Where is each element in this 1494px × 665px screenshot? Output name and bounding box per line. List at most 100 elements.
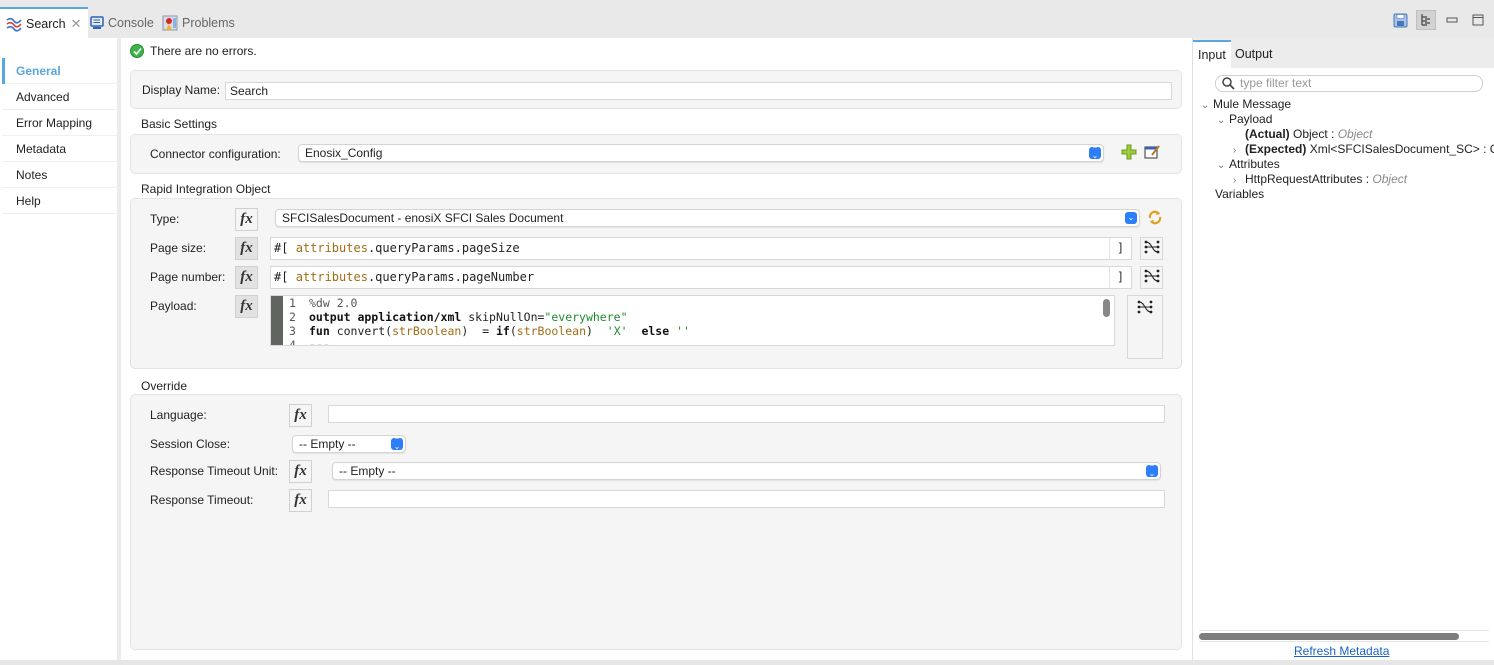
chevron-right-icon[interactable]: ›: [1233, 173, 1245, 188]
timeout-input[interactable]: [328, 490, 1165, 508]
timeout-unit-select[interactable]: -- Empty -- ⌃ ⌄: [332, 462, 1161, 480]
display-name-label: Display Name:: [142, 83, 221, 97]
expression-path: .queryParams.pageNumber: [367, 270, 535, 284]
code-string: 'X': [606, 324, 628, 338]
maximize-icon[interactable]: [1468, 10, 1488, 30]
chevron-down-icon[interactable]: ⌄: [1201, 98, 1213, 113]
view-controls: [1390, 10, 1488, 30]
tree-item-mule-message[interactable]: ⌄ Mule Message: [1201, 97, 1494, 112]
tree-item-variables[interactable]: Variables: [1201, 187, 1494, 202]
tab-search[interactable]: Search ✕: [0, 7, 88, 38]
bottom-border: [0, 660, 1494, 665]
sidebar-item-help[interactable]: Help: [2, 188, 117, 214]
properties-editor: General Advanced Error Mapping Metadata …: [0, 38, 1494, 660]
tab-output[interactable]: Output: [1230, 40, 1278, 68]
main-form: There are no errors. Display Name: Basic…: [124, 38, 1188, 660]
basic-settings-title: Basic Settings: [141, 117, 218, 131]
filter-input[interactable]: type filter text: [1215, 75, 1483, 92]
payload-code-editor[interactable]: 1 %dw 2.0 2 output application/xml skipNul…: [270, 295, 1115, 346]
tree-item-actual[interactable]: (Actual) Object : Object: [1201, 127, 1494, 142]
code-text: convert(: [329, 324, 393, 338]
tab-input[interactable]: Input: [1193, 40, 1231, 68]
tab-console[interactable]: Console: [84, 7, 160, 38]
page-number-expression[interactable]: #[ attributes.queryParams.pageNumber ]: [270, 266, 1132, 289]
sidebar: General Advanced Error Mapping Metadata …: [2, 58, 117, 214]
display-name-group: Display Name:: [130, 70, 1182, 109]
tab-problems[interactable]: Problems: [156, 7, 241, 38]
refresh-metadata-link[interactable]: Refresh Metadata: [1294, 644, 1389, 658]
type-select[interactable]: SFCISalesDocument - enosiX SFCI Sales Do…: [275, 209, 1140, 227]
fx-toggle-page-number[interactable]: fx: [235, 266, 258, 289]
code-gutter: [271, 296, 283, 345]
tree-item-payload[interactable]: ⌄ Payload: [1201, 112, 1494, 127]
tree-view-icon[interactable]: [1416, 10, 1436, 30]
fx-toggle-page-size[interactable]: fx: [235, 237, 258, 260]
tree-item-expected[interactable]: › (Expected) Xml<SFCISalesDocument_SC> : …: [1201, 142, 1494, 157]
line-number: 2: [289, 310, 296, 324]
fx-toggle-timeout[interactable]: fx: [289, 489, 312, 512]
display-name-input[interactable]: [225, 82, 1172, 100]
fx-toggle-type[interactable]: fx: [235, 208, 258, 231]
code-keyword: if: [495, 324, 510, 338]
show-graphics-button[interactable]: [1127, 295, 1163, 359]
problems-icon: [162, 15, 178, 31]
timeout-unit-value: -- Empty --: [339, 464, 396, 478]
session-close-select[interactable]: -- Empty -- ⌃ ⌄: [292, 435, 406, 453]
sidebar-item-metadata[interactable]: Metadata: [2, 136, 117, 162]
show-graphics-button[interactable]: [1140, 266, 1163, 289]
code-scrollbar[interactable]: [1103, 299, 1110, 317]
chevron-down-icon[interactable]: ⌄: [1217, 158, 1229, 173]
rio-group: Type: fx SFCISalesDocument - enosiX SFCI…: [130, 198, 1182, 369]
tab-label: Console: [108, 15, 154, 30]
validation-status: There are no errors.: [130, 44, 257, 58]
chevron-down-icon[interactable]: ⌄: [1217, 113, 1229, 128]
code-text: skipNullOn=: [461, 310, 545, 324]
tree-label: Xml<SFCISalesDocument_SC> : C: [1306, 142, 1494, 156]
scrollbar-thumb[interactable]: [1199, 633, 1459, 640]
tree-item-http-attributes[interactable]: › HttpRequestAttributes : Object: [1201, 172, 1494, 187]
page-size-label: Page size:: [150, 241, 207, 255]
mapping-icon: [1144, 269, 1160, 286]
check-circle-icon: [130, 44, 144, 58]
fx-toggle-timeout-unit[interactable]: fx: [289, 460, 312, 483]
override-title: Override: [141, 379, 188, 393]
chevron-right-icon[interactable]: ›: [1233, 143, 1245, 158]
refresh-type-icon[interactable]: [1147, 209, 1163, 228]
line-number: 3: [289, 324, 296, 338]
save-icon[interactable]: [1390, 10, 1410, 30]
edit-config-icon[interactable]: [1144, 144, 1160, 163]
page-size-expression[interactable]: #[ attributes.queryParams.pageSize ]: [270, 237, 1132, 260]
code-variable: strBoolean: [516, 324, 587, 338]
code-variable: strBoolean: [392, 324, 462, 338]
tree-type: Object: [1337, 127, 1373, 141]
sidebar-item-error-mapping[interactable]: Error Mapping: [2, 110, 117, 136]
tree-label-bold: (Actual): [1245, 127, 1290, 141]
page-number-label: Page number:: [150, 270, 226, 284]
timeout-unit-label: Response Timeout Unit:: [150, 464, 279, 478]
code-keyword: else: [641, 324, 670, 338]
expression-variable: attributes: [295, 270, 368, 284]
editor-tab-bar: Search ✕ Console Problems: [0, 0, 1494, 38]
language-label: Language:: [150, 408, 207, 422]
sidebar-item-general[interactable]: General: [2, 58, 117, 84]
chevron-updown-icon: ⌃ ⌄: [1089, 146, 1101, 160]
show-graphics-button[interactable]: [1140, 237, 1163, 260]
tree-item-attributes[interactable]: ⌄ Attributes: [1201, 157, 1494, 172]
type-value: SFCISalesDocument - enosiX SFCI Sales Do…: [282, 211, 564, 225]
add-config-icon[interactable]: [1121, 144, 1137, 163]
tree-label: Mule Message: [1213, 97, 1292, 111]
fx-toggle-language[interactable]: fx: [289, 404, 312, 427]
tree-label: Variables: [1215, 187, 1265, 201]
close-icon[interactable]: ✕: [71, 16, 82, 32]
tab-label: Search: [26, 16, 66, 31]
code-text: (: [509, 324, 517, 338]
fx-toggle-payload[interactable]: fx: [235, 295, 258, 318]
minimize-icon[interactable]: [1442, 10, 1462, 30]
connector-config-select[interactable]: Enosix_Config ⌃ ⌄: [298, 144, 1104, 162]
sidebar-item-notes[interactable]: Notes: [2, 162, 117, 188]
console-icon: [90, 15, 104, 30]
language-input[interactable]: [328, 405, 1165, 423]
expression-variable: attributes: [295, 241, 368, 255]
sidebar-item-advanced[interactable]: Advanced: [2, 84, 117, 110]
horizontal-scrollbar[interactable]: [1199, 630, 1489, 642]
